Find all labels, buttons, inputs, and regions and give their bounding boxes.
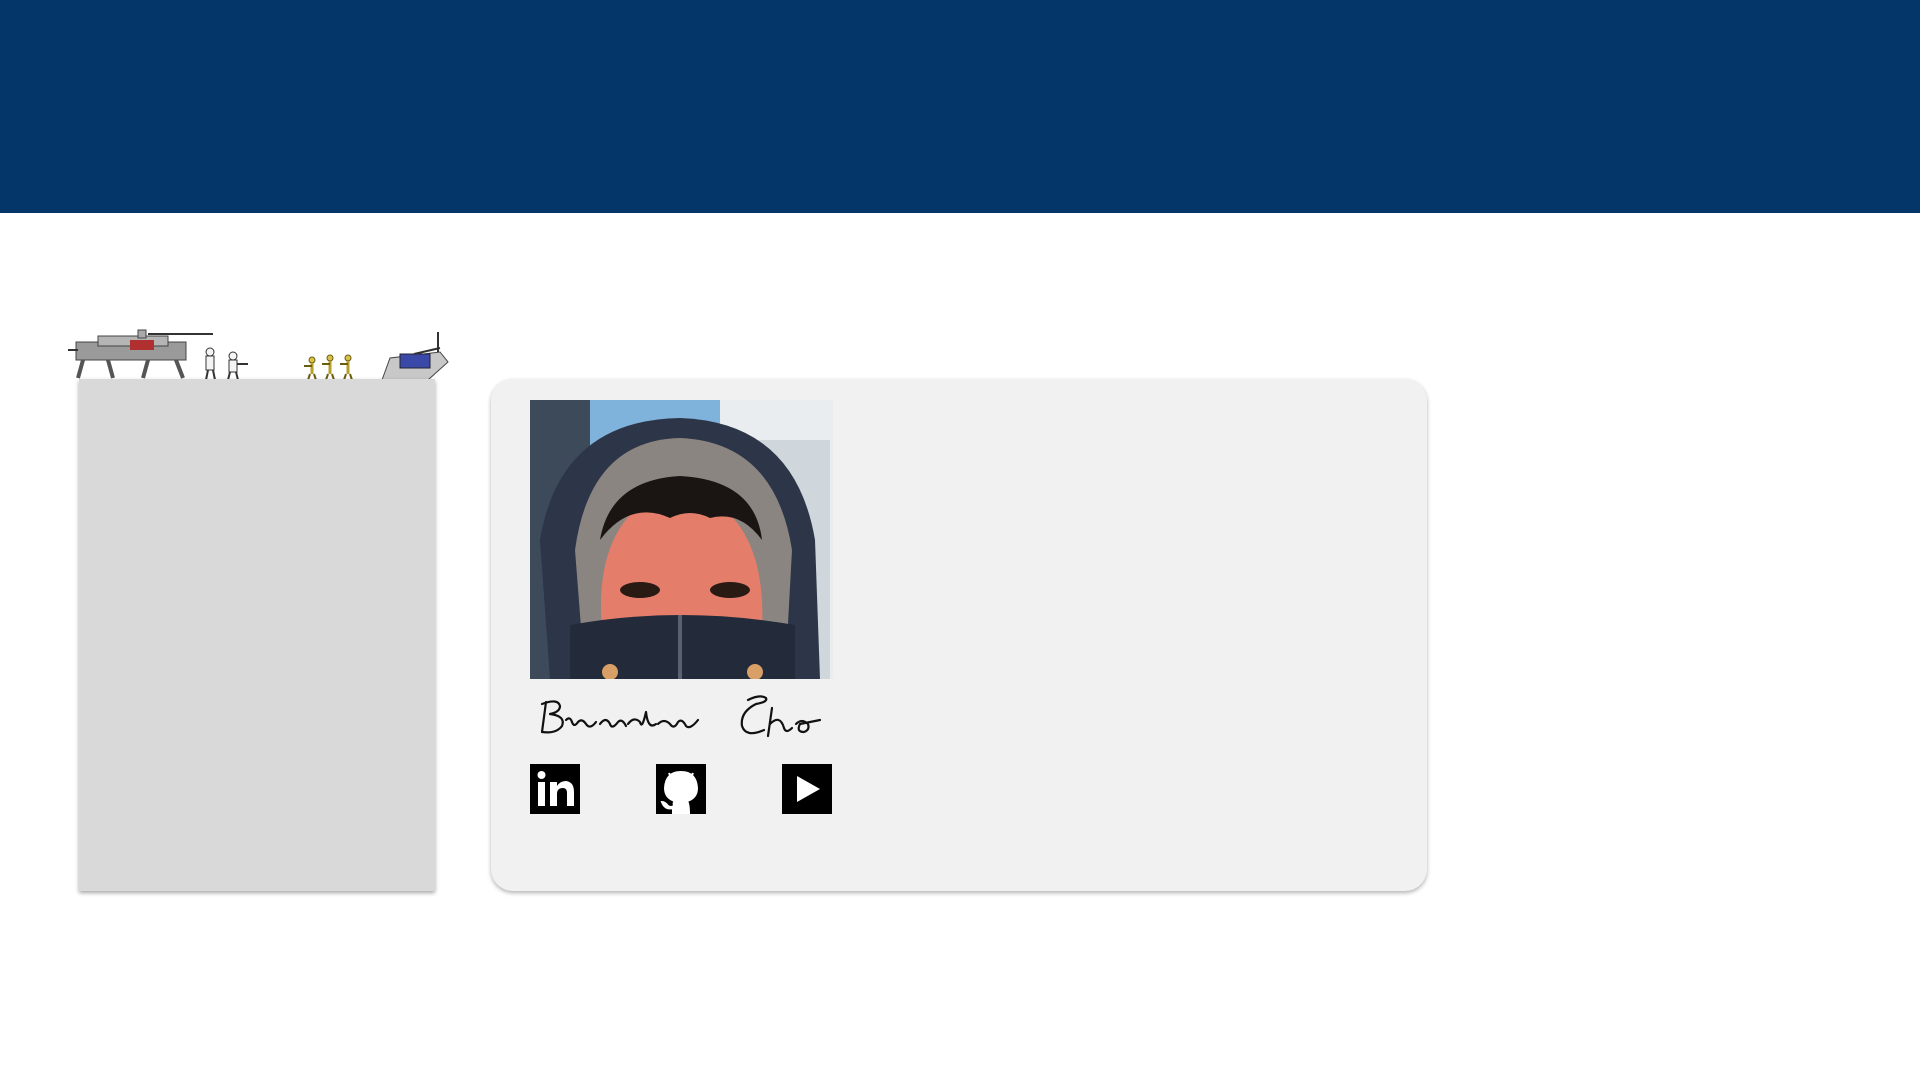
signature [530, 690, 835, 754]
side-panel [79, 379, 435, 891]
droid-icon [340, 354, 353, 381]
gunship-icon [381, 332, 449, 381]
github-icon[interactable] [656, 764, 706, 814]
header-band [0, 0, 1920, 213]
profile-photo [530, 400, 833, 679]
trooper-icon [227, 351, 248, 381]
walker-vehicle-icon [68, 329, 213, 379]
linkedin-icon[interactable] [530, 764, 580, 814]
droid-icon [304, 356, 317, 381]
droid-icon [322, 354, 335, 381]
trooper-icon [205, 347, 216, 381]
pixel-scene [68, 329, 449, 381]
youtube-icon[interactable] [782, 764, 832, 814]
